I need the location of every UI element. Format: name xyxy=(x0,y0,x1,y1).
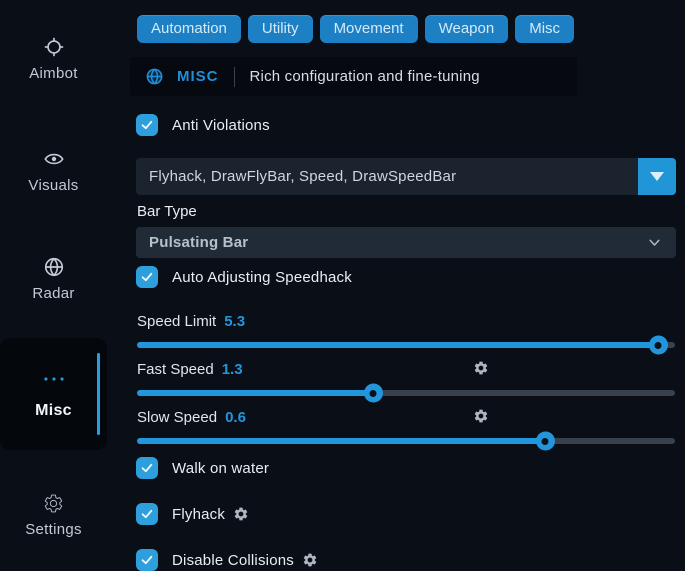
selected-indicator xyxy=(97,353,100,435)
bar-options-multiselect[interactable]: Flyhack, DrawFlyBar, Speed, DrawSpeedBar xyxy=(136,158,676,195)
disable-collisions-label: Disable Collisions xyxy=(172,552,318,569)
walk-on-water-checkbox[interactable] xyxy=(136,457,158,479)
flyhack-checkbox[interactable] xyxy=(136,503,158,525)
tab-utility[interactable]: Utility xyxy=(248,15,313,43)
auto-adjusting-checkbox[interactable] xyxy=(136,266,158,288)
fast-speed-label: Fast Speed xyxy=(137,361,214,378)
flyhack-gear-icon[interactable] xyxy=(233,506,249,522)
flyhack-label: Flyhack xyxy=(172,506,249,523)
anti-violations-checkbox[interactable] xyxy=(136,114,158,136)
fast-speed-slider-handle[interactable] xyxy=(364,384,383,403)
disable-collisions-row: Disable Collisions xyxy=(136,549,685,571)
slow-speed-slider[interactable] xyxy=(137,438,675,444)
speed-limit-slider-handle[interactable] xyxy=(649,336,668,355)
bar-options-value: Flyhack, DrawFlyBar, Speed, DrawSpeedBar xyxy=(136,158,638,195)
speed-limit-value: 5.3 xyxy=(224,313,245,330)
check-icon xyxy=(140,553,154,567)
fast-speed-slider-group: Fast Speed 1.3 xyxy=(137,361,675,396)
sidebar-item-settings[interactable]: Settings xyxy=(0,492,107,538)
tab-misc[interactable]: Misc xyxy=(515,15,574,43)
check-icon xyxy=(140,270,154,284)
section-header: MISC Rich configuration and fine-tuning xyxy=(130,57,577,96)
globe-icon xyxy=(43,256,65,278)
disable-collisions-label-text: Disable Collisions xyxy=(172,552,294,569)
tab-automation[interactable]: Automation xyxy=(137,15,241,43)
flyhack-row: Flyhack xyxy=(136,503,685,525)
triangle-down-icon xyxy=(650,172,664,181)
sidebar-item-visuals[interactable]: Visuals xyxy=(0,148,107,194)
ellipsis-icon xyxy=(43,368,65,390)
tab-movement[interactable]: Movement xyxy=(320,15,418,43)
speed-limit-slider[interactable] xyxy=(137,342,675,348)
tab-weapon[interactable]: Weapon xyxy=(425,15,509,43)
auto-adjusting-row: Auto Adjusting Speedhack xyxy=(136,266,685,288)
slider-fill xyxy=(137,438,546,444)
category-tabs: Automation Utility Movement Weapon Misc xyxy=(137,15,685,43)
sidebar: Aimbot Visuals Radar Mi xyxy=(0,0,130,563)
bar-type-value: Pulsating Bar xyxy=(149,234,248,251)
slow-speed-slider-group: Slow Speed 0.6 xyxy=(137,409,675,444)
disable-collisions-checkbox[interactable] xyxy=(136,549,158,571)
chevron-down-icon xyxy=(646,234,663,251)
speed-limit-label: Speed Limit xyxy=(137,313,216,330)
speed-limit-slider-group: Speed Limit 5.3 xyxy=(137,313,675,348)
slow-speed-slider-handle[interactable] xyxy=(536,432,555,451)
check-icon xyxy=(140,118,154,132)
gear-icon xyxy=(43,492,65,514)
auto-adjusting-label: Auto Adjusting Speedhack xyxy=(172,269,352,286)
check-icon xyxy=(140,507,154,521)
anti-violations-label: Anti Violations xyxy=(172,117,270,134)
walk-on-water-label: Walk on water xyxy=(172,460,269,477)
crosshair-icon xyxy=(43,36,65,58)
slider-head: Speed Limit 5.3 xyxy=(137,313,675,329)
sidebar-item-label: Radar xyxy=(32,285,74,302)
slider-head: Fast Speed 1.3 xyxy=(137,361,675,377)
slow-speed-value: 0.6 xyxy=(225,409,246,426)
toggle-list: Walk on water Flyhack Disable Collisions xyxy=(130,457,685,571)
sidebar-item-label: Misc xyxy=(35,402,72,420)
slow-speed-gear-icon[interactable] xyxy=(473,408,489,424)
main-content: Automation Utility Movement Weapon Misc … xyxy=(130,0,685,563)
sidebar-item-aimbot[interactable]: Aimbot xyxy=(0,36,107,82)
fast-speed-gear-icon[interactable] xyxy=(473,360,489,376)
sidebar-item-radar[interactable]: Radar xyxy=(0,256,107,302)
sidebar-item-misc[interactable]: Misc xyxy=(0,338,107,450)
check-icon xyxy=(140,461,154,475)
walk-on-water-row: Walk on water xyxy=(136,457,685,479)
multiselect-dropdown-button[interactable] xyxy=(638,158,676,195)
disable-collisions-gear-icon[interactable] xyxy=(302,552,318,568)
anti-violations-row: Anti Violations xyxy=(136,114,685,136)
divider xyxy=(234,67,235,87)
slider-head: Slow Speed 0.6 xyxy=(137,409,675,425)
bar-type-select[interactable]: Pulsating Bar xyxy=(136,227,676,258)
eye-icon xyxy=(43,148,65,170)
slider-fill xyxy=(137,342,659,348)
slow-speed-label: Slow Speed xyxy=(137,409,217,426)
slider-fill xyxy=(137,390,374,396)
sidebar-item-label: Aimbot xyxy=(29,65,78,82)
section-title: MISC xyxy=(177,68,219,85)
flyhack-label-text: Flyhack xyxy=(172,506,225,523)
sidebar-item-label: Visuals xyxy=(28,177,78,194)
section-subtitle: Rich configuration and fine-tuning xyxy=(250,68,480,85)
globe-icon xyxy=(145,67,164,86)
fast-speed-slider[interactable] xyxy=(137,390,675,396)
sidebar-item-label: Settings xyxy=(25,521,82,538)
bar-type-label: Bar Type xyxy=(137,203,685,220)
fast-speed-value: 1.3 xyxy=(222,361,243,378)
